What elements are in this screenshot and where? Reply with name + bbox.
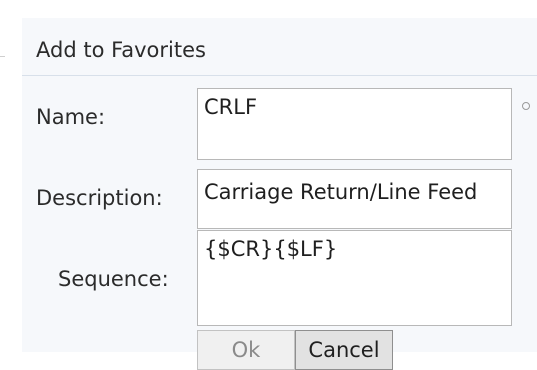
edge-mark bbox=[0, 56, 5, 57]
sequence-field[interactable]: {$CR}{$LF} bbox=[197, 230, 512, 326]
sequence-label: Sequence: bbox=[58, 267, 169, 291]
ok-button[interactable]: Ok bbox=[197, 330, 295, 370]
dialog-title: Add to Favorites bbox=[22, 18, 537, 76]
description-label: Description: bbox=[36, 186, 163, 210]
circle-icon bbox=[522, 102, 530, 110]
add-to-favorites-dialog: Add to Favorites Name: CRLF Description:… bbox=[22, 18, 537, 370]
name-field[interactable]: CRLF bbox=[197, 88, 512, 160]
description-field[interactable]: Carriage Return/Line Feed bbox=[197, 169, 512, 229]
name-label: Name: bbox=[36, 105, 106, 129]
cancel-button[interactable]: Cancel bbox=[295, 330, 393, 370]
